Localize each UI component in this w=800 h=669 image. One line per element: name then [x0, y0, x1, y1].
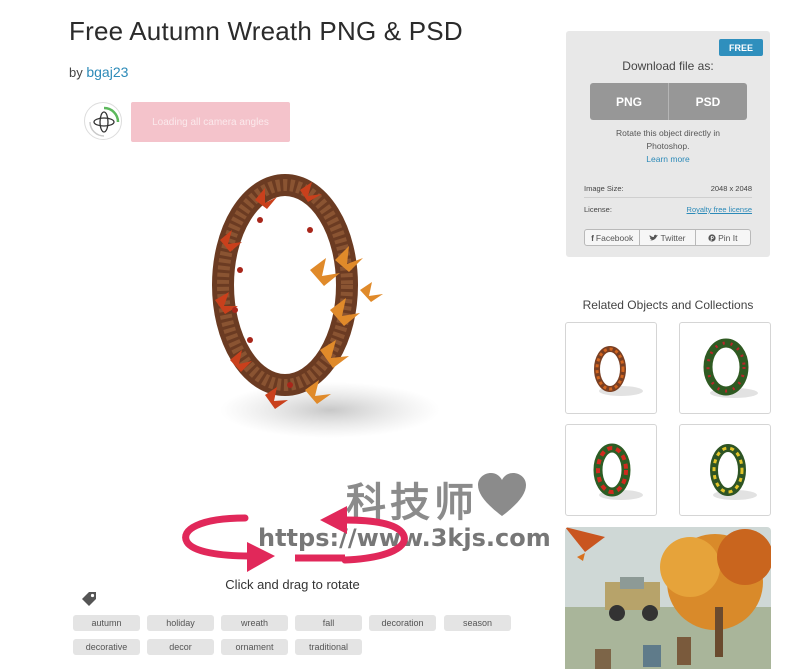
related-thumbnail[interactable]	[679, 424, 771, 516]
tag-chip[interactable]: wreath	[221, 615, 288, 631]
tag-chip[interactable]: decoration	[369, 615, 436, 631]
related-thumbnail[interactable]	[565, 322, 657, 414]
download-psd-button[interactable]: PSD	[668, 83, 747, 120]
tag-chip[interactable]: traditional	[295, 639, 362, 655]
related-thumbnail[interactable]	[565, 424, 657, 516]
tag-chip[interactable]: autumn	[73, 615, 140, 631]
tag-icon	[82, 592, 96, 606]
license-link[interactable]: Royalty free license	[687, 205, 752, 214]
twitter-label: Twitter	[660, 232, 686, 243]
download-label: Download file as:	[622, 59, 714, 73]
page-title: Free Autumn Wreath PNG & PSD	[69, 16, 463, 46]
related-thumbnail[interactable]	[679, 322, 771, 414]
tag-chip[interactable]: decor	[147, 639, 214, 655]
facebook-share-button[interactable]: f Facebook	[585, 230, 639, 245]
facebook-label: Facebook	[595, 232, 634, 243]
format-button-group: PNG PSD	[590, 83, 747, 120]
license-label: License:	[584, 205, 612, 214]
rotate-360-icon[interactable]	[84, 102, 122, 140]
author-link[interactable]: bgaj23	[86, 64, 128, 80]
license-row: License: Royalty free license	[584, 205, 752, 218]
tag-chip[interactable]: ornament	[221, 639, 288, 655]
tag-chip[interactable]: fall	[295, 615, 362, 631]
tag-chip[interactable]: holiday	[147, 615, 214, 631]
tag-chip[interactable]: season	[444, 615, 511, 631]
related-title: Related Objects and Collections	[582, 298, 754, 312]
image-size-value: 2048 x 2048	[710, 184, 752, 193]
wreath-3d-viewer[interactable]	[160, 160, 460, 490]
image-size-row: Image Size: 2048 x 2048	[584, 184, 752, 198]
learn-more-link[interactable]: Learn more	[646, 154, 689, 164]
image-size-label: Image Size:	[584, 184, 624, 193]
byline: by bgaj23	[69, 64, 128, 80]
twitter-share-button[interactable]: Twitter	[639, 230, 694, 245]
photoshop-note: Rotate this object directly in Photoshop…	[596, 127, 740, 166]
facebook-icon: f	[591, 232, 594, 243]
byline-prefix: by	[69, 65, 83, 80]
pinterest-icon	[708, 233, 716, 242]
pinterest-share-button[interactable]: Pin It	[694, 230, 750, 245]
loading-camera-angles-button[interactable]: Loading all camera angles	[131, 102, 290, 142]
twitter-icon	[649, 234, 659, 240]
download-panel: FREE Download file as: PNG PSD Rotate th…	[566, 31, 770, 257]
rotate-hint: Click and drag to rotate	[225, 577, 360, 592]
heart-icon	[478, 473, 526, 516]
rotate-arrows-icon	[182, 506, 408, 572]
related-collection-image[interactable]	[565, 527, 771, 669]
download-png-button[interactable]: PNG	[590, 83, 668, 120]
photoshop-note-text: Rotate this object directly in Photoshop…	[616, 128, 720, 151]
tag-chip[interactable]: decorative	[73, 639, 140, 655]
pinterest-label: Pin It	[718, 232, 738, 243]
share-button-group: f Facebook Twitter Pin It	[584, 229, 751, 246]
free-badge: FREE	[719, 39, 763, 56]
